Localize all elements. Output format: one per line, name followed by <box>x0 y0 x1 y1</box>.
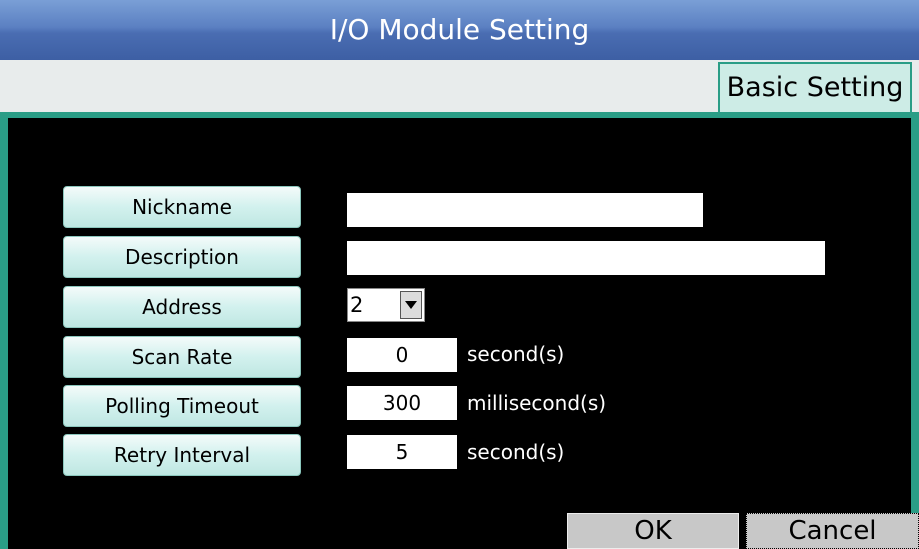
cancel-button[interactable]: Cancel <box>746 513 919 549</box>
settings-panel <box>8 118 911 549</box>
address-value: 2 <box>350 293 364 317</box>
description-input[interactable] <box>347 241 825 275</box>
chevron-down-icon[interactable] <box>400 291 422 319</box>
nickname-label: Nickname <box>63 186 301 228</box>
nickname-input[interactable] <box>347 193 703 227</box>
scan-rate-unit: second(s) <box>467 342 565 366</box>
address-select[interactable]: 2 <box>347 288 425 322</box>
panel-border-right <box>911 112 919 549</box>
retry-interval-label: Retry Interval <box>63 434 301 476</box>
scan-rate-input[interactable] <box>347 338 457 372</box>
retry-interval-unit: second(s) <box>467 440 565 464</box>
window-title: I/O Module Setting <box>0 0 919 60</box>
retry-interval-input[interactable] <box>347 435 457 469</box>
scan-rate-label: Scan Rate <box>63 336 301 378</box>
panel-border-left <box>0 112 8 549</box>
tab-basic-setting[interactable]: Basic Setting <box>718 62 912 112</box>
polling-timeout-label: Polling Timeout <box>63 385 301 427</box>
ok-button[interactable]: OK <box>567 513 739 549</box>
polling-timeout-unit: millisecond(s) <box>467 391 607 415</box>
polling-timeout-input[interactable] <box>347 386 457 420</box>
address-label: Address <box>63 286 301 328</box>
description-label: Description <box>63 236 301 278</box>
